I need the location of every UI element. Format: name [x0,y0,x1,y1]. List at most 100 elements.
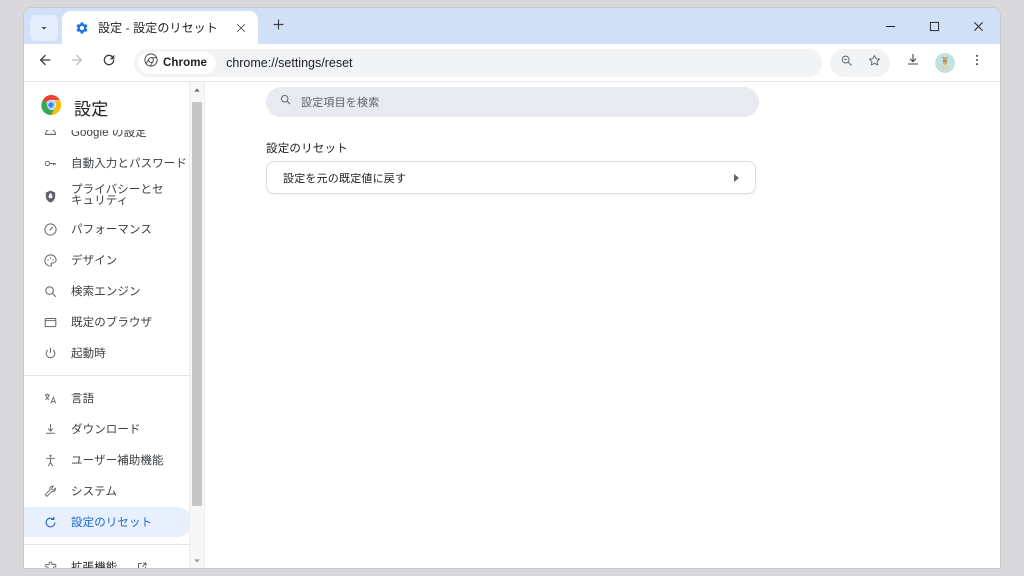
sidebar-divider [24,544,198,545]
sidebar-item-search-engine[interactable]: 検索エンジン [24,276,192,306]
sidebar-item-autofill[interactable]: 自動入力とパスワード [24,148,192,178]
power-icon [42,345,58,361]
chrome-origin-chip[interactable]: Chrome [138,51,217,74]
settings-page: 設定 Google の設定 自動入力とパスワード プライバシーとセキュリティ パ… [24,82,1000,568]
sidebar-divider [24,375,198,376]
sidebar-item-label: 拡張機能 [71,562,118,568]
avatar [935,52,955,73]
settings-gear-icon [74,20,90,36]
browser-window: 設定 - 設定のリセット Chrome chrome://settings/re… [24,8,1000,568]
key-icon [42,155,58,171]
sidebar-scrollbar[interactable] [189,82,204,568]
sidebar-item-label: 言語 [71,393,95,405]
sidebar-item-label: 検索エンジン [71,286,141,298]
sidebar-item-label: デザイン [71,255,118,267]
scrollbar-up-button[interactable] [190,82,204,97]
browser-tab[interactable]: 設定 - 設定のリセット [62,11,258,44]
restore-defaults-label: 設定を元の既定値に戻す [283,172,407,185]
sidebar-item-label: Google の設定 [71,130,147,139]
forward-button[interactable] [62,48,92,78]
sidebar-item-google-services[interactable]: Google の設定 [24,130,192,147]
sidebar-item-accessibility[interactable]: ユーザー補助機能 [24,445,192,475]
accessibility-icon [42,452,58,468]
profile-button[interactable] [930,48,960,78]
zoom-out-icon [839,53,854,73]
chrome-logo-icon [144,53,158,72]
chevron-down-icon [38,22,50,34]
bookmark-button[interactable] [860,49,888,77]
downloads-button[interactable] [898,48,928,78]
restore-defaults-row[interactable]: 設定を元の既定値に戻す [266,161,756,194]
minimize-button[interactable] [868,8,912,44]
speedometer-icon [42,221,58,237]
sidebar-item-default-browser[interactable]: 既定のブラウザ [24,307,192,337]
content-bottom-strip [205,560,1000,568]
new-tab-button[interactable] [264,13,292,41]
address-bar[interactable]: Chrome chrome://settings/reset [134,48,822,77]
maximize-button[interactable] [912,8,956,44]
sidebar-item-system[interactable]: システム [24,476,192,506]
sidebar-item-label: 起動時 [71,348,106,360]
sidebar-item-label: システム [71,486,118,498]
tab-search-button[interactable] [30,15,58,41]
search-placeholder: 設定項目を検索 [301,97,380,109]
settings-sidebar: 設定 Google の設定 自動入力とパスワード プライバシーとセキュリティ パ… [24,82,204,568]
translate-icon [42,390,58,406]
sidebar-item-reset-settings[interactable]: 設定のリセット [24,507,192,537]
forward-arrow-icon [69,52,85,73]
tab-close-button[interactable] [232,19,250,37]
chevron-right-icon [734,173,739,182]
sidebar-item-label: ダウンロード [71,424,141,436]
settings-content: 設定項目を検索 設定のリセット 設定を元の既定値に戻す [204,82,1000,568]
sidebar-item-label: パフォーマンス [71,224,152,236]
chrome-logo-icon [40,94,62,121]
url-text: chrome://settings/reset [226,55,353,70]
download-icon [905,52,921,73]
plus-icon [272,18,285,36]
puzzle-piece-icon [42,559,58,568]
settings-brand[interactable]: 設定 [24,82,204,130]
search-icon [42,283,58,299]
chrome-chip-label: Chrome [163,56,208,69]
browser-window-icon [42,314,58,330]
title-bar: 設定 - 設定のリセット [24,8,1000,44]
back-arrow-icon [37,52,53,73]
sidebar-item-label: ユーザー補助機能 [71,455,164,467]
three-dot-menu-icon [970,53,984,72]
back-button[interactable] [30,48,60,78]
sidebar-group-2: 言語 ダウンロード ユーザー補助機能 システム 設定のリセット [24,383,204,537]
sidebar-item-on-startup[interactable]: 起動時 [24,338,192,368]
page-title: 設定 [74,99,109,119]
shield-icon [42,188,58,204]
close-window-button[interactable] [956,8,1000,44]
toolbar-right-actions [898,48,992,78]
reload-button[interactable] [94,48,124,78]
search-input[interactable]: 設定項目を検索 [266,87,759,117]
palette-icon [42,252,58,268]
sidebar-item-downloads[interactable]: ダウンロード [24,414,192,444]
sidebar-item-performance[interactable]: パフォーマンス [24,214,192,244]
download-icon [42,421,58,437]
wrench-icon [42,483,58,499]
restore-icon [42,514,58,530]
sidebar-item-languages[interactable]: 言語 [24,383,192,413]
scroll-up-arrow-icon [193,81,201,99]
scrollbar-thumb[interactable] [192,102,202,506]
sidebar-item-appearance[interactable]: デザイン [24,245,192,275]
section-title: 設定のリセット [266,143,348,155]
browser-menu-button[interactable] [962,48,992,78]
search-icon [279,93,292,111]
sidebar-item-label: 自動入力とパスワード [71,158,187,170]
browser-toolbar: Chrome chrome://settings/reset [24,44,1000,82]
sidebar-item-extensions[interactable]: 拡張機能 [24,552,192,568]
sidebar-item-privacy-security[interactable]: プライバシーとセキュリティ [24,179,192,213]
sidebar-item-label: 既定のブラウザ [71,317,153,329]
reload-icon [101,52,117,73]
star-icon [867,53,882,73]
sidebar-group-1: Google の設定 自動入力とパスワード プライバシーとセキュリティ パフォー… [24,130,204,368]
sidebar-item-label: 設定のリセット [71,517,153,529]
zoom-out-button[interactable] [832,49,860,77]
external-link-icon [136,561,148,568]
tab-title: 設定 - 設定のリセット [98,21,218,35]
scrollbar-down-button[interactable] [190,553,204,568]
